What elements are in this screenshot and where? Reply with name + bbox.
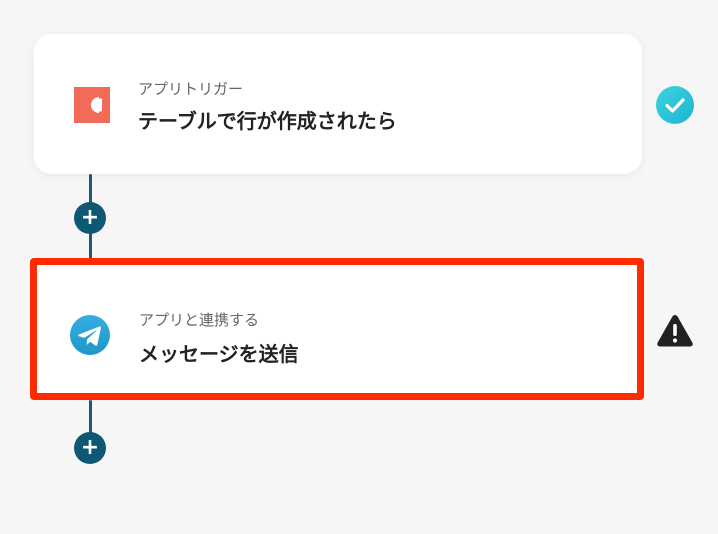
action-step-subtitle: アプリと連携する [139, 311, 260, 329]
action-step-card[interactable]: アプリと連携する メッセージを送信 [30, 258, 644, 400]
trigger-step-card[interactable]: アプリトリガー テーブルで行が作成されたら [34, 34, 642, 174]
warning-icon [657, 315, 693, 347]
add-step-button-2[interactable]: + [74, 432, 106, 464]
coda-app-icon [74, 87, 110, 123]
action-step-title: メッセージを送信 [139, 342, 299, 366]
trigger-step-title: テーブルで行が作成されたら [138, 109, 397, 133]
trigger-step-subtitle: アプリトリガー [138, 80, 244, 98]
success-check-icon [656, 86, 694, 124]
add-step-button-1[interactable]: + [74, 202, 106, 234]
telegram-app-icon [70, 315, 110, 355]
